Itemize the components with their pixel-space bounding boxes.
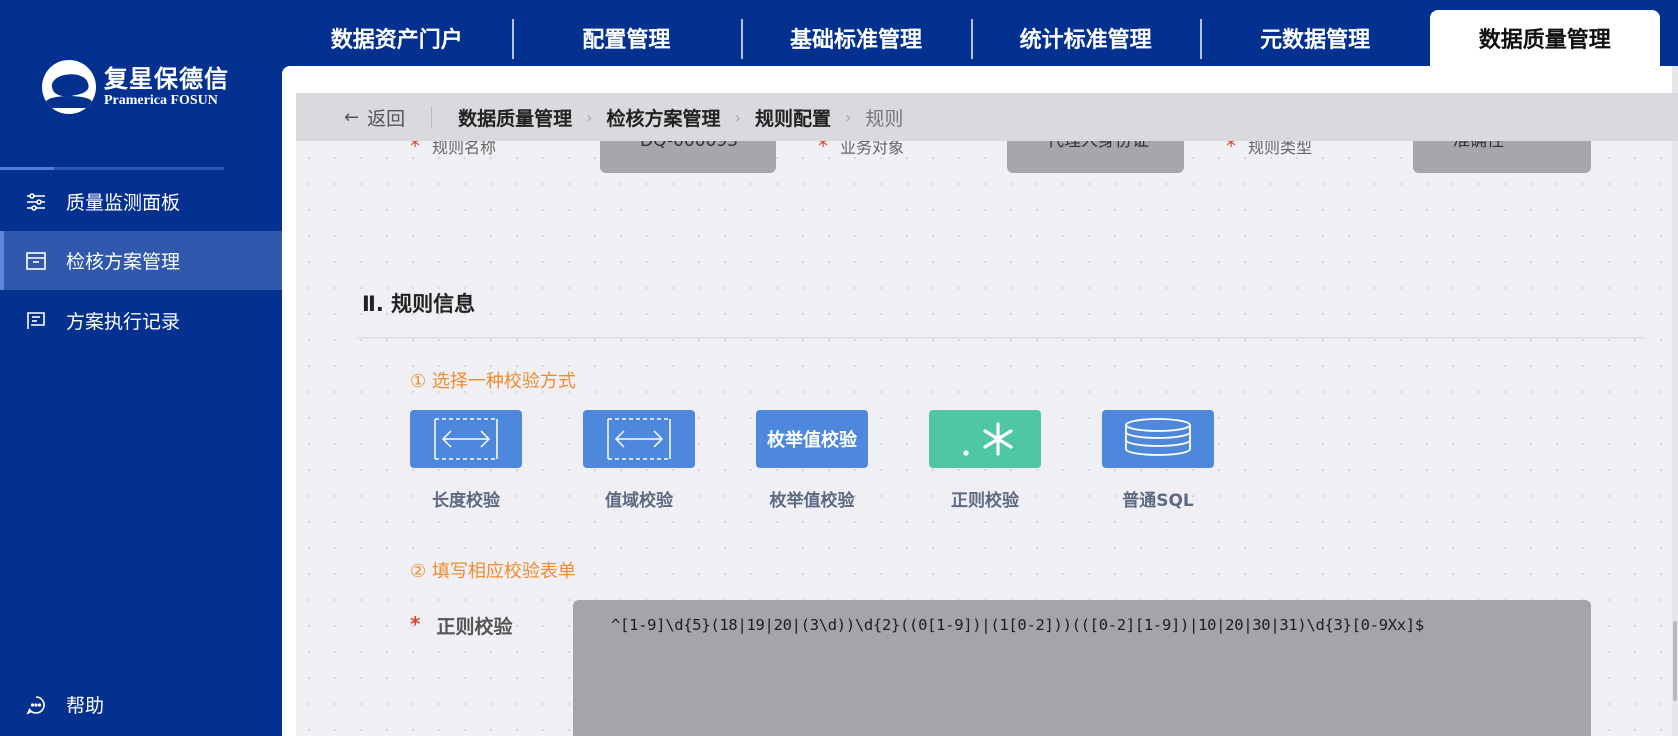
logo-name-cn: 复星保德信: [104, 65, 229, 93]
section-divider: [357, 337, 1645, 339]
step-one-label: ① 选择一种校验方式: [410, 371, 576, 392]
breadcrumb-current: 规则: [865, 107, 904, 130]
list-flag-icon: [25, 310, 47, 332]
method-label: 值域校验: [605, 491, 673, 511]
regex-icon: [963, 422, 1013, 456]
scrollbar[interactable]: [1672, 66, 1678, 736]
breadcrumb: ← 返回 数据质量管理 › 检核方案管理 › 规则配置 › 规则: [296, 93, 1678, 141]
rule-type-field[interactable]: 准确性: [1413, 139, 1591, 173]
method-regex-check[interactable]: 正则校验: [929, 410, 1041, 511]
tab-data-quality[interactable]: 数据质量管理: [1429, 10, 1660, 66]
tab-metadata-management[interactable]: 元数据管理: [1200, 10, 1430, 66]
breadcrumb-item[interactable]: 数据质量管理: [458, 104, 572, 131]
archive-icon: [25, 250, 47, 272]
chevron-right-icon: ›: [734, 107, 741, 127]
business-object-field[interactable]: 代理人身份证: [1007, 139, 1184, 173]
sidebar-item-label: 检核方案管理: [66, 251, 181, 273]
method-sql-button[interactable]: [1102, 410, 1214, 468]
tab-config-management[interactable]: 配置管理: [511, 10, 742, 66]
length-icon: [434, 418, 498, 460]
chevron-right-icon: ›: [844, 107, 852, 127]
sidebar-divider: [0, 167, 224, 170]
method-label: 普通SQL: [1122, 491, 1194, 511]
arrow-left-icon: ←: [344, 106, 360, 128]
section-title: Ⅱ. 规则信息: [362, 292, 476, 316]
method-regex-button[interactable]: [929, 410, 1041, 468]
chevron-right-icon: ›: [586, 107, 593, 127]
tab-statistic-standard[interactable]: 统计标准管理: [970, 10, 1201, 66]
breadcrumb-item[interactable]: 规则配置: [755, 104, 831, 131]
logo: 复星保德信 Pramerica FOSUN: [42, 60, 229, 114]
method-enum-button[interactable]: 枚举值校验: [756, 410, 868, 468]
logo-mark-icon: [42, 60, 96, 114]
tab-basic-standard[interactable]: 基础标准管理: [741, 10, 971, 66]
method-label: 枚举值校验: [769, 491, 855, 511]
breadcrumb-divider: [431, 106, 433, 128]
top-tabs: 数据资产门户 配置管理 基础标准管理 统计标准管理 元数据管理 数据质量管理: [282, 10, 1678, 66]
method-range-check[interactable]: 值域校验: [583, 410, 695, 511]
sidebar-item-execution-records[interactable]: 方案执行记录: [0, 291, 282, 350]
help-label: 帮助: [66, 695, 105, 717]
help-link[interactable]: 帮助: [0, 675, 282, 734]
regex-label: * 正则校验: [410, 612, 513, 638]
regex-textarea[interactable]: ^[1-9]\d{5}(18|19|20|(3\d))\d{2}((0[1-9]…: [573, 600, 1591, 736]
sidebar-item-check-plan[interactable]: 检核方案管理: [0, 231, 282, 290]
method-range-button[interactable]: [583, 410, 695, 468]
method-enum-check[interactable]: 枚举值校验 枚举值校验: [756, 410, 868, 511]
required-asterisk: *: [410, 612, 421, 636]
back-label: 返回: [367, 107, 406, 130]
tab-data-asset-portal[interactable]: 数据资产门户: [282, 10, 512, 66]
sidebar-item-quality-dashboard[interactable]: 质量监测面板: [0, 172, 282, 231]
sidebar-item-label: 质量监测面板: [66, 192, 181, 214]
sidebar-item-label: 方案执行记录: [66, 311, 181, 333]
rule-name-field[interactable]: DQ-000093: [600, 139, 776, 173]
logo-name-en: Pramerica FOSUN: [104, 93, 218, 108]
step-two-label: ② 填写相应校验表单: [410, 561, 576, 582]
database-icon: [1125, 418, 1191, 456]
range-icon: [607, 418, 671, 460]
sliders-icon: [25, 191, 47, 213]
breadcrumb-item[interactable]: 检核方案管理: [607, 104, 721, 131]
method-sql-check[interactable]: 普通SQL: [1102, 410, 1214, 511]
sidebar: 复星保德信 Pramerica FOSUN 质量监测面板 检核方案管理 方案执行…: [0, 0, 282, 736]
method-length-button[interactable]: [410, 410, 522, 468]
method-label: 正则校验: [951, 491, 1019, 511]
back-button[interactable]: ← 返回: [344, 104, 405, 131]
method-label: 长度校验: [432, 491, 500, 511]
method-length-check[interactable]: 长度校验: [410, 410, 522, 511]
chat-bubble-icon: [25, 694, 47, 716]
